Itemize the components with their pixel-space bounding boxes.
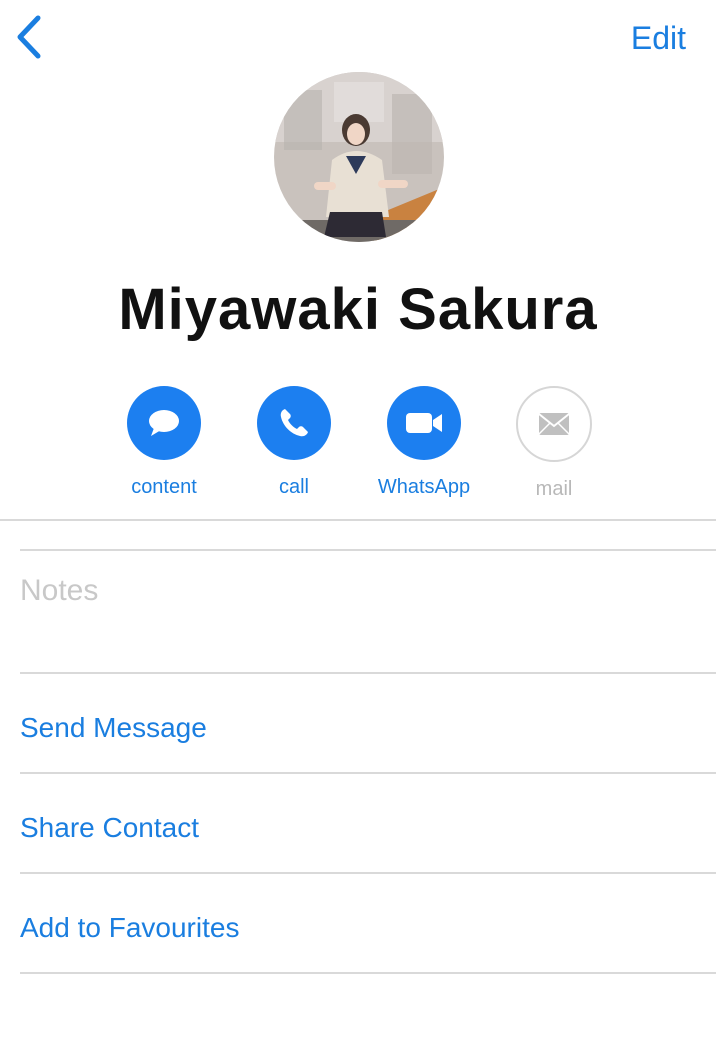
message-action[interactable]: content	[99, 386, 229, 499]
row-divider	[20, 772, 716, 774]
quick-actions: content call WhatsApp mail	[0, 386, 716, 506]
avatar	[274, 72, 444, 242]
navigation-bar: Edit	[0, 0, 716, 80]
add-to-favourites-row[interactable]: Add to Favourites	[20, 912, 239, 944]
video-camera-icon	[406, 413, 442, 433]
phone-icon	[280, 409, 308, 437]
back-button[interactable]	[10, 12, 50, 62]
share-contact-row[interactable]: Share Contact	[20, 812, 199, 844]
whatsapp-action[interactable]: WhatsApp	[359, 386, 489, 499]
section-divider	[0, 519, 716, 521]
message-bubble-icon	[149, 410, 179, 436]
action-label: call	[278, 476, 309, 498]
row-divider	[20, 972, 716, 974]
edit-button[interactable]: Edit	[631, 20, 686, 57]
contact-name: Miyawaki Sakura	[118, 277, 598, 342]
chevron-left-icon	[17, 15, 41, 59]
action-label: WhatsApp	[377, 476, 471, 498]
envelope-icon	[538, 413, 570, 435]
row-divider	[20, 872, 716, 874]
action-label: mail	[535, 478, 573, 500]
notes-field[interactable]: Notes	[20, 574, 98, 608]
send-message-row[interactable]: Send Message	[20, 712, 207, 744]
action-label: content	[131, 476, 197, 498]
mail-action[interactable]: mail	[489, 386, 619, 501]
notes-top-divider	[20, 549, 716, 551]
notes-bottom-divider	[20, 672, 716, 674]
call-action[interactable]: call	[229, 386, 359, 499]
